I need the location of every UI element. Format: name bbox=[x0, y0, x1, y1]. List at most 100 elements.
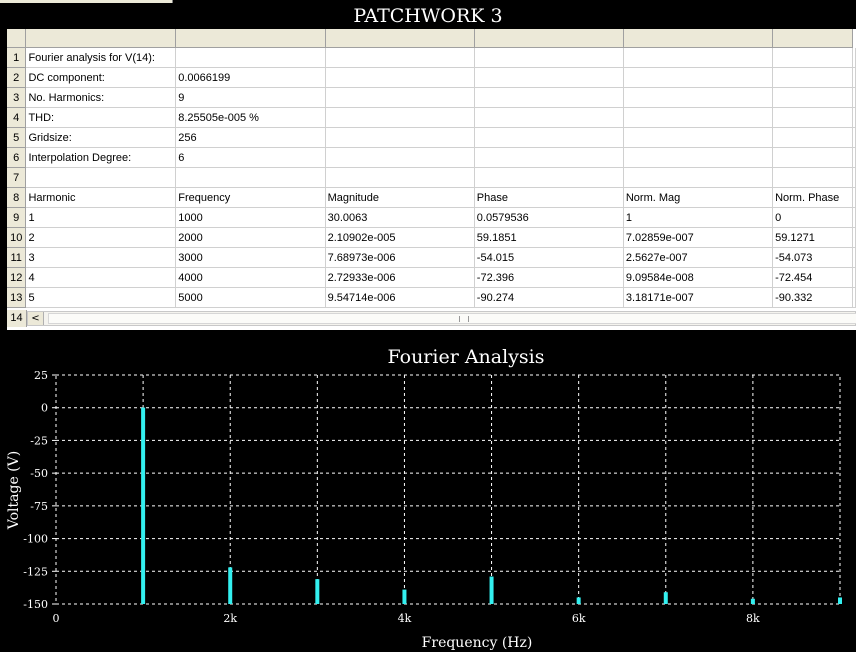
table-cell[interactable] bbox=[852, 167, 856, 188]
row-header[interactable]: 12 bbox=[7, 267, 27, 288]
table-cell[interactable]: 7.02859e-007 bbox=[623, 227, 774, 248]
table-cell[interactable]: 256 bbox=[175, 127, 326, 148]
row-header[interactable]: 11 bbox=[7, 247, 27, 268]
table-cell[interactable] bbox=[772, 167, 853, 188]
table-cell[interactable] bbox=[325, 47, 475, 68]
table-cell[interactable]: 59.1851 bbox=[474, 227, 624, 248]
table-cell[interactable]: 2.72933e-006 bbox=[325, 267, 475, 288]
table-cell[interactable] bbox=[325, 147, 475, 168]
table-cell[interactable]: 9.54714e-006 bbox=[325, 287, 475, 308]
table-cell[interactable] bbox=[852, 267, 856, 288]
table-cell[interactable] bbox=[772, 87, 853, 108]
row-header[interactable]: 9 bbox=[7, 207, 27, 228]
table-cell[interactable]: 9 bbox=[175, 87, 326, 108]
table-cell[interactable] bbox=[852, 187, 856, 208]
table-cell[interactable] bbox=[623, 167, 774, 188]
table-cell[interactable] bbox=[852, 247, 856, 268]
table-cell[interactable]: -90.274 bbox=[474, 287, 624, 308]
table-cell[interactable] bbox=[623, 127, 774, 148]
table-cell[interactable]: 4000 bbox=[175, 267, 326, 288]
table-cell[interactable]: No. Harmonics: bbox=[25, 87, 177, 108]
row-header[interactable]: 5 bbox=[7, 127, 27, 148]
table-cell[interactable]: 2.10902e-005 bbox=[325, 227, 475, 248]
table-cell[interactable] bbox=[474, 147, 624, 168]
table-cell[interactable] bbox=[325, 87, 475, 108]
column-header[interactable] bbox=[325, 29, 475, 48]
table-cell[interactable]: 2000 bbox=[175, 227, 326, 248]
table-cell[interactable] bbox=[623, 107, 774, 128]
horizontal-scrollbar[interactable]: < bbox=[27, 311, 856, 326]
row-header[interactable]: 1 bbox=[7, 47, 27, 68]
table-cell[interactable] bbox=[325, 127, 475, 148]
table-cell[interactable]: 9.09584e-008 bbox=[623, 267, 774, 288]
table-cell[interactable]: Norm. Phase bbox=[772, 187, 853, 208]
corner-cell[interactable] bbox=[7, 29, 27, 48]
table-cell[interactable] bbox=[623, 87, 774, 108]
table-cell[interactable]: -54.073 bbox=[772, 247, 853, 268]
table-cell[interactable]: THD: bbox=[25, 107, 177, 128]
table-cell[interactable]: 7.68973e-006 bbox=[325, 247, 475, 268]
table-cell[interactable] bbox=[474, 107, 624, 128]
table-cell[interactable]: -72.454 bbox=[772, 267, 853, 288]
table-cell[interactable] bbox=[772, 107, 853, 128]
table-cell[interactable]: 1000 bbox=[175, 207, 326, 228]
row-header[interactable]: 10 bbox=[7, 227, 27, 248]
table-cell[interactable]: -90.332 bbox=[772, 287, 853, 308]
table-cell[interactable]: Phase bbox=[474, 187, 624, 208]
table-cell[interactable] bbox=[852, 147, 856, 168]
table-cell[interactable]: 59.1271 bbox=[772, 227, 853, 248]
table-cell[interactable]: 8.25505e-005 % bbox=[175, 107, 326, 128]
row-header[interactable]: 13 bbox=[7, 287, 27, 308]
table-cell[interactable]: -54.015 bbox=[474, 247, 624, 268]
row-header[interactable]: 3 bbox=[7, 87, 27, 108]
table-cell[interactable]: Interpolation Degree: bbox=[25, 147, 177, 168]
table-cell[interactable] bbox=[325, 67, 475, 88]
table-cell[interactable] bbox=[175, 167, 326, 188]
column-header[interactable] bbox=[772, 29, 853, 48]
table-cell[interactable] bbox=[25, 167, 177, 188]
table-cell[interactable] bbox=[852, 67, 856, 88]
table-cell[interactable] bbox=[325, 107, 475, 128]
table-cell[interactable]: 5 bbox=[25, 287, 177, 308]
row-header[interactable]: 6 bbox=[7, 147, 27, 168]
table-cell[interactable]: Frequency bbox=[175, 187, 326, 208]
scrollbar-thumb[interactable] bbox=[48, 313, 856, 324]
table-cell[interactable]: 2.5627e-007 bbox=[623, 247, 774, 268]
table-cell[interactable]: Gridsize: bbox=[25, 127, 177, 148]
table-cell[interactable] bbox=[772, 127, 853, 148]
table-cell[interactable] bbox=[852, 207, 856, 228]
column-header[interactable] bbox=[474, 29, 624, 48]
column-header[interactable] bbox=[175, 29, 326, 48]
table-cell[interactable] bbox=[852, 287, 856, 308]
table-cell[interactable]: 4 bbox=[25, 267, 177, 288]
table-cell[interactable] bbox=[175, 47, 326, 68]
table-cell[interactable]: 3 bbox=[25, 247, 177, 268]
table-cell[interactable]: 0.0579536 bbox=[474, 207, 624, 228]
table-cell[interactable] bbox=[852, 227, 856, 248]
row-header[interactable]: 2 bbox=[7, 67, 27, 88]
table-cell[interactable]: Fourier analysis for V(14): bbox=[25, 47, 177, 68]
table-cell[interactable]: 30.0063 bbox=[325, 207, 475, 228]
column-header[interactable] bbox=[623, 29, 774, 48]
table-cell[interactable] bbox=[852, 107, 856, 128]
table-cell[interactable] bbox=[623, 67, 774, 88]
table-cell[interactable] bbox=[852, 127, 856, 148]
table-cell[interactable] bbox=[474, 67, 624, 88]
table-cell[interactable]: Harmonic bbox=[25, 187, 177, 208]
table-cell[interactable]: Magnitude bbox=[325, 187, 475, 208]
table-cell[interactable]: 3.18171e-007 bbox=[623, 287, 774, 308]
row-header[interactable]: 8 bbox=[7, 187, 27, 208]
table-cell[interactable]: Norm. Mag bbox=[623, 187, 774, 208]
table-cell[interactable] bbox=[852, 87, 856, 108]
table-cell[interactable]: DC component: bbox=[25, 67, 177, 88]
table-cell[interactable] bbox=[474, 167, 624, 188]
table-cell[interactable] bbox=[852, 47, 856, 68]
row-header[interactable]: 7 bbox=[7, 167, 27, 188]
table-cell[interactable]: 2 bbox=[25, 227, 177, 248]
table-cell[interactable]: 5000 bbox=[175, 287, 326, 308]
table-cell[interactable]: 6 bbox=[175, 147, 326, 168]
table-cell[interactable] bbox=[474, 127, 624, 148]
table-cell[interactable] bbox=[772, 47, 853, 68]
table-cell[interactable] bbox=[474, 47, 624, 68]
table-cell[interactable] bbox=[623, 47, 774, 68]
